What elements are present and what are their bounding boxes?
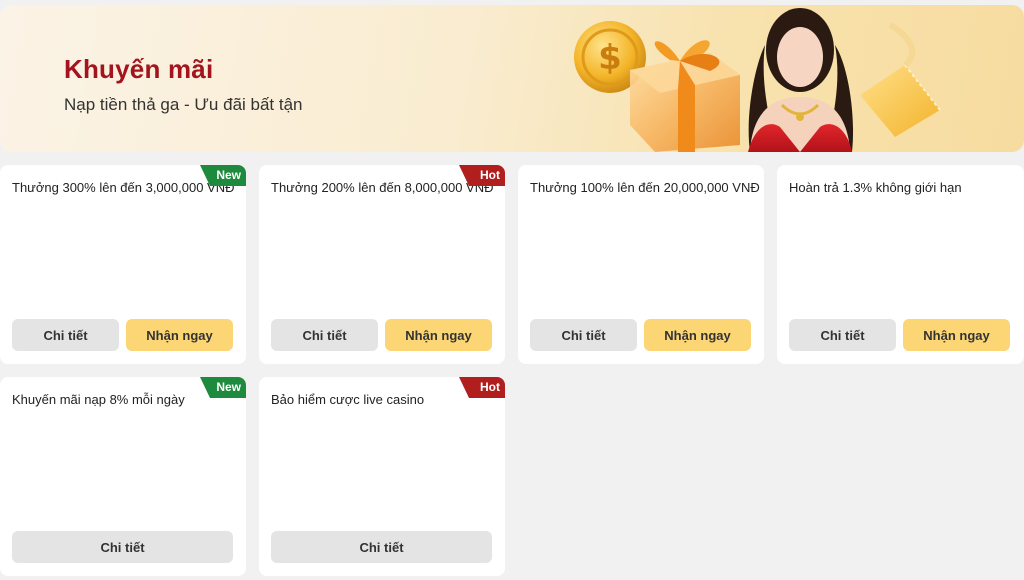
badge-new: New [200,377,246,398]
promo-card: Khuyến mãi nạp 8% mỗi ngày New Chi tiết [0,377,246,576]
page-title: Khuyến mãi [64,54,214,84]
page-subtitle: Nạp tiền thả ga - Ưu đãi bất tận [64,95,303,114]
badge-hot: Hot [459,377,505,398]
promo-title: Hoàn trả 1.3% không giới hạn [789,180,962,195]
svg-text:$: $ [598,38,622,78]
promo-title: Thưởng 100% lên đến 20,000,000 VNĐ [530,180,760,195]
gift-box-icon [630,40,740,152]
detail-button[interactable]: Chi tiết [789,319,896,351]
ticket-icon [860,64,941,137]
model-figure [748,8,854,152]
promo-title: Bảo hiểm cược live casino [271,392,425,407]
detail-button[interactable]: Chi tiết [12,319,119,351]
badge-label: Hot [480,168,500,182]
claim-button[interactable]: Nhận ngay [903,319,1010,351]
claim-button[interactable]: Nhận ngay [126,319,233,351]
promo-card: Hoàn trả 1.3% không giới hạn Chi tiết Nh… [777,165,1024,364]
detail-button[interactable]: Chi tiết [271,319,378,351]
badge-label: New [216,168,241,182]
promo-title: Khuyến mãi nạp 8% mỗi ngày [12,392,185,407]
detail-button[interactable]: Chi tiết [271,531,492,563]
promo-card: Thưởng 300% lên đến 3,000,000 VNĐ New Ch… [0,165,246,364]
promo-card: Bảo hiểm cược live casino Hot Chi tiết [259,377,505,576]
detail-button[interactable]: Chi tiết [12,531,233,563]
promo-card: Thưởng 100% lên đến 20,000,000 VNĐ Chi t… [518,165,764,364]
claim-button[interactable]: Nhận ngay [644,319,751,351]
badge-label: New [216,380,241,394]
promo-banner: Khuyến mãi Nạp tiền thả ga - Ưu đãi bất … [0,5,1024,152]
badge-label: Hot [480,380,500,394]
promo-card: Thưởng 200% lên đến 8,000,000 VNĐ Hot Ch… [259,165,505,364]
detail-button[interactable]: Chi tiết [530,319,637,351]
badge-new: New [200,165,246,186]
claim-button[interactable]: Nhận ngay [385,319,492,351]
badge-hot: Hot [459,165,505,186]
banner-illustration: $ [574,8,941,152]
